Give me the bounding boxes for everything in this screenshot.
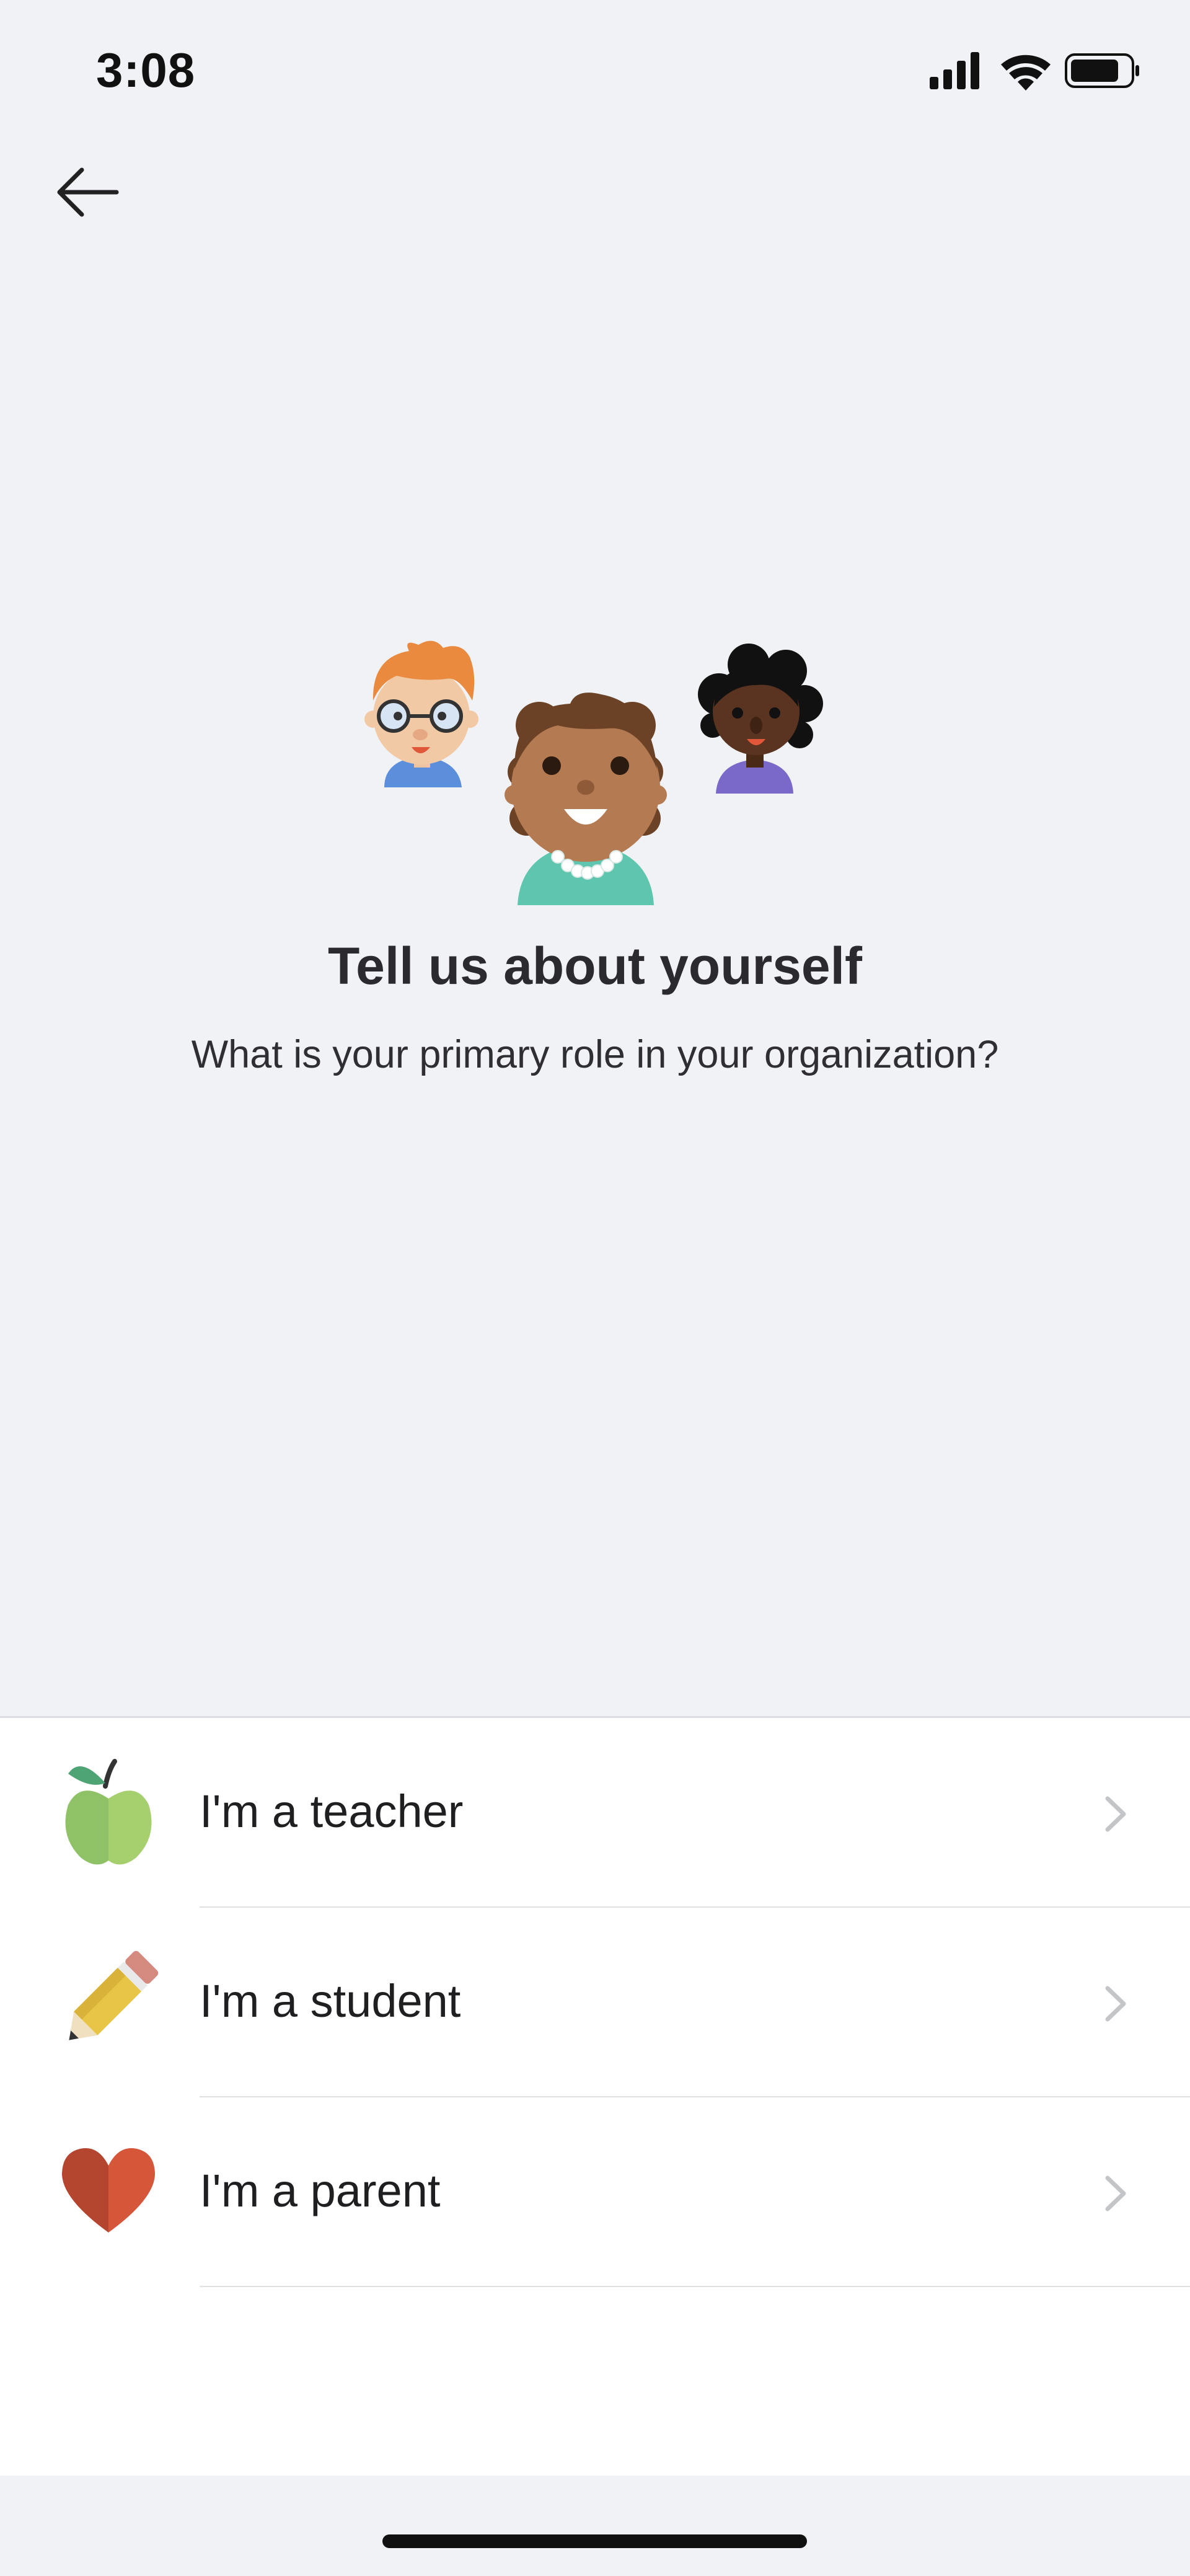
apple-icon (56, 1755, 161, 1867)
chevron-right-icon (1100, 2173, 1131, 2214)
wifi-icon (1001, 55, 1051, 91)
status-bar: 3:08 (0, 0, 1190, 143)
parent-option[interactable]: I'm a parent (0, 2097, 1190, 2287)
page-title: Tell us about yourself (328, 937, 862, 995)
student-option[interactable]: I'm a student (0, 1908, 1190, 2097)
teacher-option[interactable]: I'm a teacher (0, 1718, 1190, 1908)
divider (200, 2286, 1190, 2287)
chevron-right-icon (1100, 1794, 1131, 1835)
pencil-icon (56, 1945, 161, 2056)
woman-avatar-icon (505, 693, 667, 905)
home-indicator[interactable] (382, 2534, 807, 2548)
boy-avatar-icon (364, 640, 478, 787)
heart-icon (56, 2135, 161, 2246)
hero-illustration (359, 632, 831, 905)
teacher-option-label: I'm a teacher (200, 1786, 464, 1837)
parent-option-label: I'm a parent (200, 2165, 441, 2216)
battery-icon (1065, 53, 1139, 88)
chevron-right-icon (1100, 1983, 1131, 2024)
girl-avatar-icon (698, 644, 823, 794)
arrow-left-icon (57, 167, 119, 217)
role-options-list: I'm a teacher I'm a student I'm a parent (0, 1716, 1190, 2476)
status-icons (930, 50, 1140, 93)
student-option-label: I'm a student (200, 1975, 461, 2027)
signal-icon (930, 52, 979, 89)
status-time: 3:08 (96, 43, 196, 97)
back-button[interactable] (50, 155, 124, 229)
page-subtitle: What is your primary role in your organi… (191, 1033, 999, 1076)
